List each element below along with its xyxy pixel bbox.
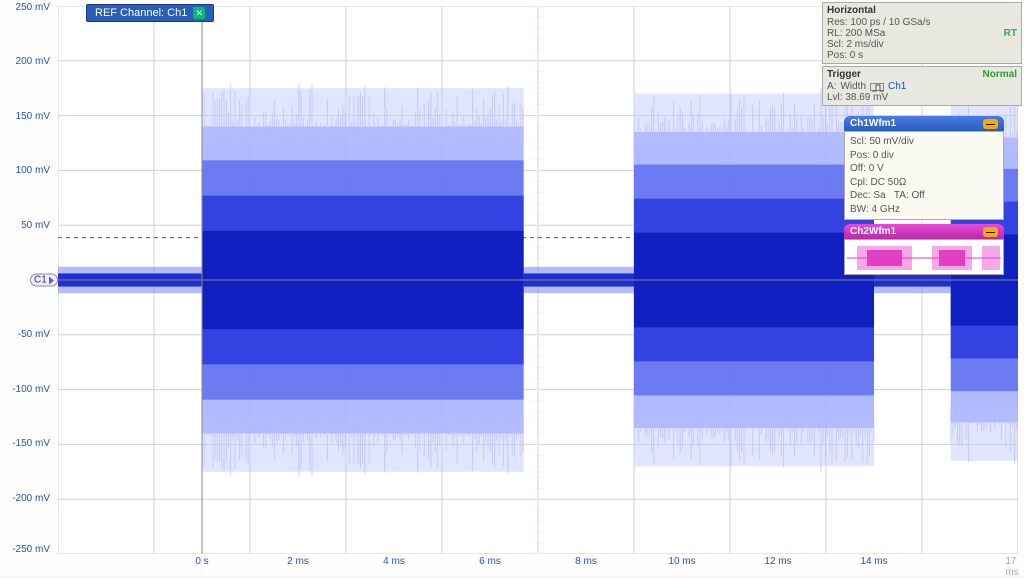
trigger-lvl: Lvl: 38.69 mV <box>827 92 888 103</box>
ch2-header[interactable]: Ch2Wfm1 — <box>844 224 1004 239</box>
x-tick-end: 17 ms <box>1005 556 1018 578</box>
channel-marker-c1[interactable]: C1 <box>30 274 58 287</box>
horizontal-title: Horizontal <box>827 5 876 16</box>
ch1-scl: Scl: 50 mV/div <box>850 135 998 149</box>
ch2-thumbnail <box>844 239 1004 275</box>
trigger-panel[interactable]: Trigger Normal A: Width Ch1 Lvl: 38.69 mV <box>822 66 1022 106</box>
ch2-wfm-box[interactable]: Ch2Wfm1 — <box>844 224 1004 275</box>
horiz-scl: Scl: 2 ms/div <box>827 39 884 50</box>
ch1-header[interactable]: Ch1Wfm1 — <box>844 116 1004 131</box>
horiz-rt: RT <box>1004 28 1017 39</box>
ch1-bw: BW: 4 GHz <box>850 203 998 217</box>
ch2-title: Ch2Wfm1 <box>850 226 896 237</box>
y-tick: 100 mV <box>4 165 50 176</box>
ch1-cpl: Cpl: DC 50Ω <box>850 176 998 190</box>
trigger-mode: Normal <box>983 69 1017 80</box>
ref-channel-label: REF Channel: Ch1 <box>95 7 187 19</box>
x-tick: 6 ms <box>479 556 501 567</box>
ch1-off: Off: 0 V <box>850 162 998 176</box>
y-tick: -100 mV <box>4 384 50 395</box>
ch1-body: Scl: 50 mV/div Pos: 0 div Off: 0 V Cpl: … <box>844 131 1004 220</box>
y-tick: 50 mV <box>4 220 50 231</box>
edge-icon <box>870 83 884 91</box>
ch1-dec: Dec: Sa <box>850 190 886 201</box>
y-tick: -250 mV <box>4 544 50 555</box>
x-axis-labels: 0 s2 ms4 ms6 ms8 ms10 ms12 ms14 ms17 ms <box>58 556 998 570</box>
x-tick: 0 s <box>195 556 208 567</box>
x-tick: 2 ms <box>287 556 309 567</box>
triangle-right-icon <box>49 276 54 284</box>
x-tick: 12 ms <box>764 556 791 567</box>
y-tick: 200 mV <box>4 56 50 67</box>
horizontal-panel[interactable]: Horizontal Res: 100 ps / 10 GSa/s RL: 20… <box>822 2 1022 64</box>
channel-marker-label: C1 <box>34 275 47 286</box>
ref-channel-pill[interactable]: REF Channel: Ch1 ✕ <box>86 4 214 22</box>
horiz-res: Res: 100 ps / 10 GSa/s <box>827 17 930 28</box>
close-icon[interactable]: ✕ <box>193 7 205 19</box>
y-tick: 250 mV <box>4 2 50 13</box>
minimize-icon[interactable]: — <box>983 119 998 129</box>
ch1-pos: Pos: 0 div <box>850 149 998 163</box>
y-tick: -200 mV <box>4 493 50 504</box>
horiz-rl: RL: 200 MSa <box>827 28 885 39</box>
trigger-a-type: Width <box>840 81 866 92</box>
x-tick: 14 ms <box>860 556 887 567</box>
ch2-thumb-svg <box>847 242 1001 274</box>
x-tick: 8 ms <box>575 556 597 567</box>
y-tick: -50 mV <box>4 329 50 340</box>
trigger-title: Trigger <box>827 69 861 80</box>
trigger-a-src: Ch1 <box>888 81 906 92</box>
ch1-wfm-box[interactable]: Ch1Wfm1 — Scl: 50 mV/div Pos: 0 div Off:… <box>844 116 1004 220</box>
info-panels: Horizontal Res: 100 ps / 10 GSa/s RL: 20… <box>822 2 1022 108</box>
trigger-a-label: A: <box>827 81 836 92</box>
horiz-pos: Pos: 0 s <box>827 50 863 61</box>
x-tick: 4 ms <box>383 556 405 567</box>
oscilloscope-display: 250 mV 200 mV 150 mV 100 mV 50 mV -50 mV… <box>0 0 1024 576</box>
y-tick: -150 mV <box>4 438 50 449</box>
y-tick: 150 mV <box>4 111 50 122</box>
x-tick: 10 ms <box>668 556 695 567</box>
ch1-ta: TA: Off <box>894 190 925 201</box>
ch1-title: Ch1Wfm1 <box>850 118 896 129</box>
minimize-icon[interactable]: — <box>983 227 998 237</box>
